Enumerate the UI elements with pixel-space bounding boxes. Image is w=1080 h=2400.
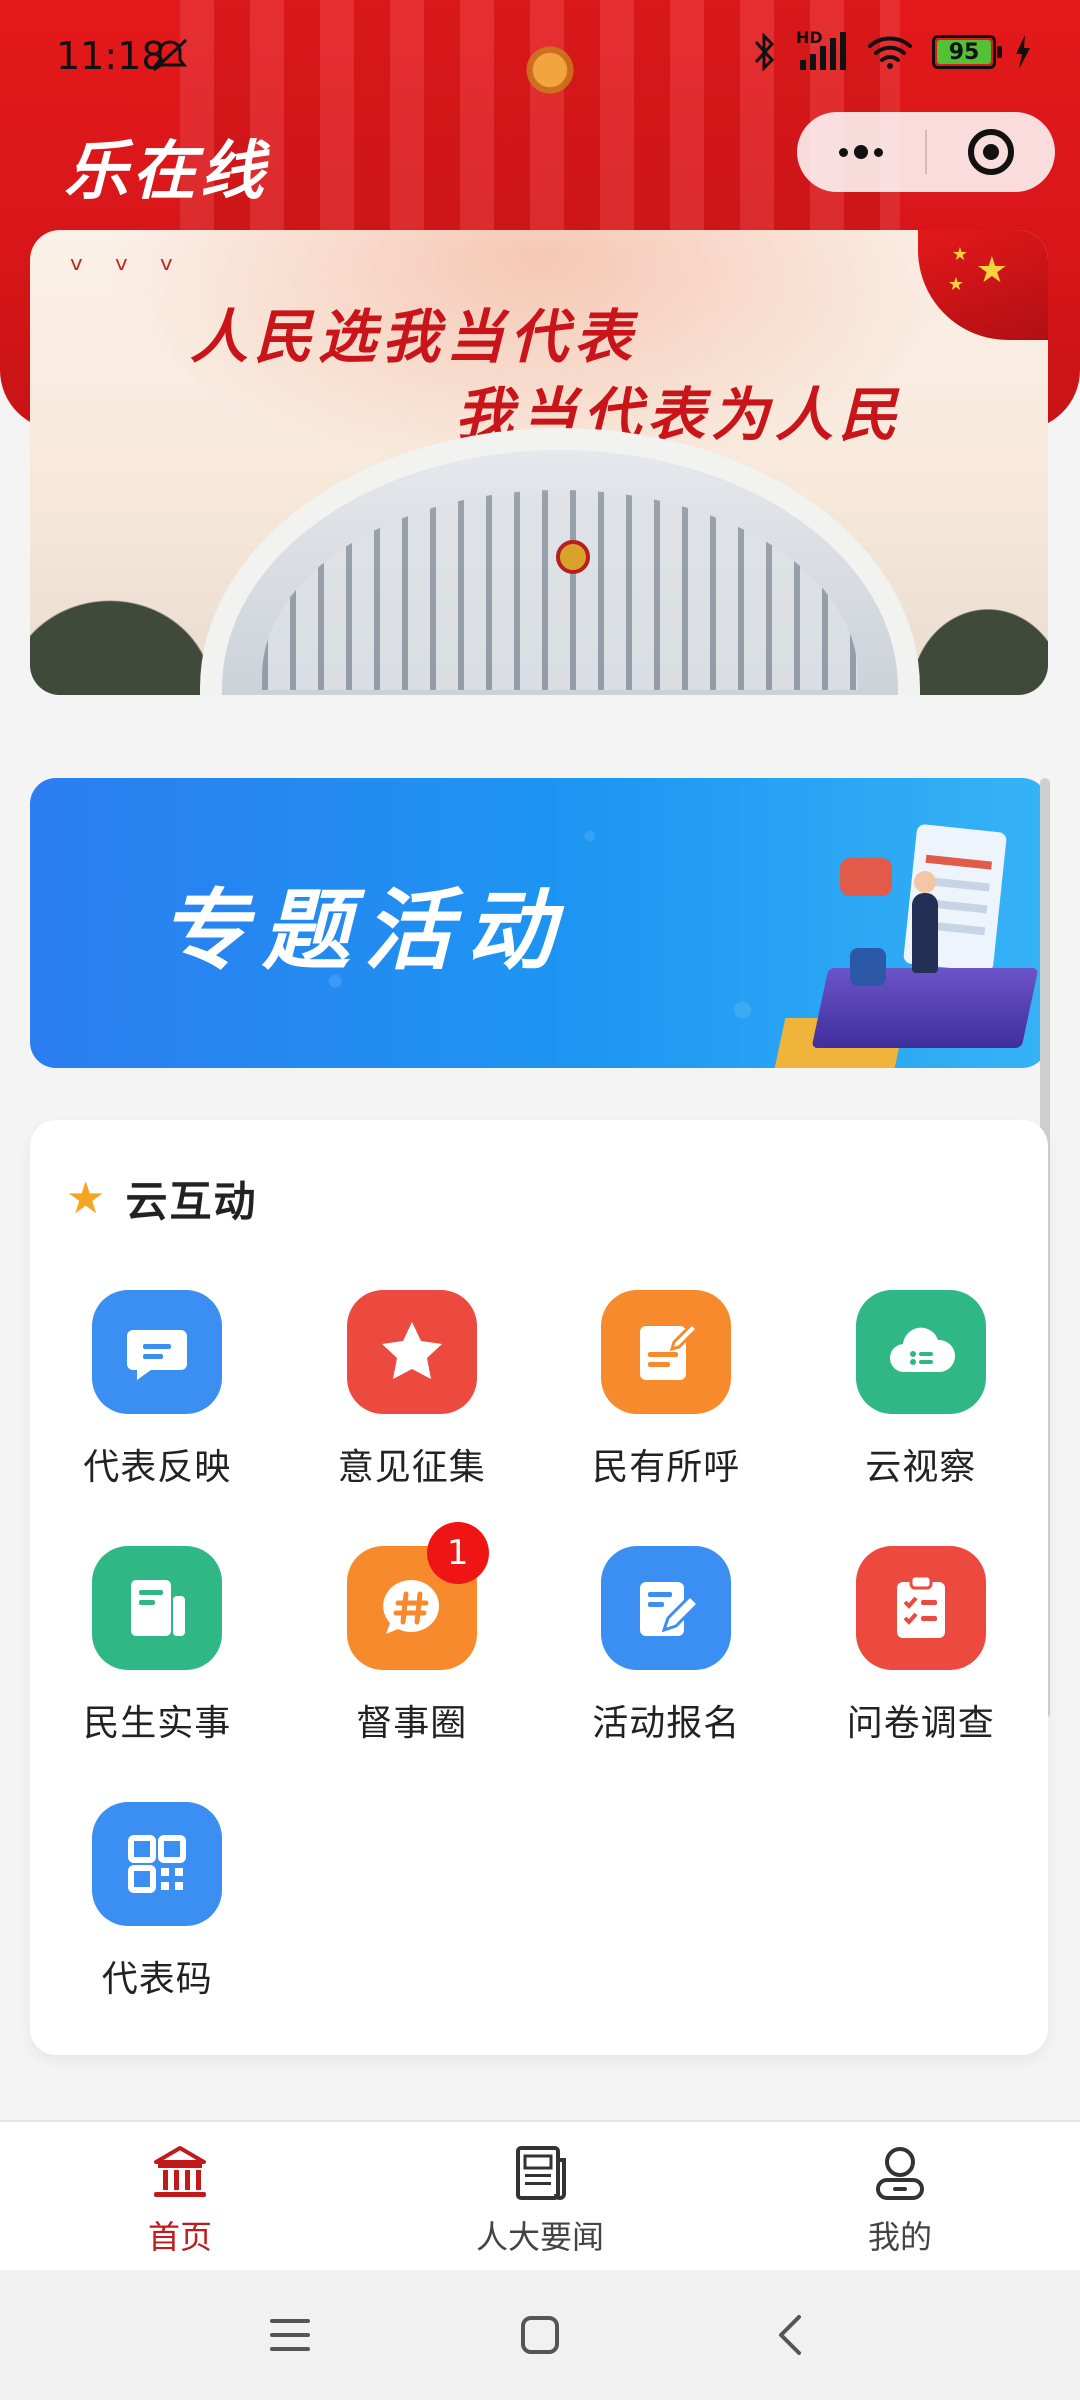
recent-apps-button[interactable] [260,2305,320,2365]
section-header: ★ 云互动 [66,1168,257,1229]
feature-supervision-circle[interactable]: 1 督事圈 [285,1522,540,1746]
feature-label: 民生实事 [83,1703,232,1744]
square-home-icon [521,2316,559,2354]
menu-lines-icon [270,2319,310,2351]
target-close-icon [968,129,1014,175]
edit-note-icon [601,1290,732,1414]
feature-questionnaire[interactable]: 问卷调查 [794,1546,1049,1746]
illus-sitter [850,948,886,986]
tab-profile[interactable]: 我的 [750,2122,1050,2272]
more-button[interactable] [797,112,925,192]
illus-stage [811,968,1039,1048]
miniprogram-capsule [797,112,1055,192]
more-dots-icon [839,145,883,159]
feature-representative-code[interactable]: 代表码 [30,1802,285,2002]
feature-representative-report[interactable]: 代表反映 [30,1290,285,1490]
topic-activity-banner[interactable]: 专题活动 [30,778,1048,1068]
tab-label: 人大要闻 [475,2218,604,2256]
feature-label: 意见征集 [337,1447,486,1488]
charging-icon [1016,35,1030,69]
section-title: 云互动 [125,1177,258,1226]
signup-pen-icon [601,1546,732,1670]
notification-badge: 1 [426,1522,489,1584]
feature-label: 活动报名 [592,1703,741,1744]
birds-decoration: ᵛ ᵛ ᵛ [70,250,185,290]
battery-level: 95 [948,39,980,65]
feature-livelihood-projects[interactable]: 民生实事 [30,1546,285,1746]
battery-icon: 95 [932,35,1002,69]
hashtag-bubble-icon: 1 [346,1522,489,1670]
meeting-illustration [774,818,1039,1068]
clipboard-checklist-icon [855,1546,986,1670]
tab-home[interactable]: 首页 [30,2122,330,2272]
flag-small-star-icon: ★ [947,274,964,295]
back-button[interactable] [760,2305,820,2365]
feature-label: 代表码 [101,1959,213,2000]
main-banner[interactable]: ᵛ ᵛ ᵛ ★ ★ ★ 人民选我当代表 我当代表为人民 [30,230,1048,695]
home-hall-icon [154,2146,206,2197]
newspaper-icon [516,2146,566,2200]
page: 11:18 HD 95 乐在线 ᵛ ᵛ ᵛ ★ ★ ★ 人民选我当代表 我当代表… [0,0,1080,2400]
flag-star-icon: ★ [975,250,1008,291]
mute-icon [152,38,188,72]
bottom-tab-bar: 首页 人大要闻 我的 [0,2120,1080,2270]
cloud-interaction-card: ★ 云互动 代表反映 意见征集 民有所呼 云视察 民生实事 1 督事圈 活动报名… [30,1120,1048,2055]
tab-label: 我的 [867,2218,932,2256]
hall-ribs [262,490,858,690]
feature-public-appeal[interactable]: 民有所呼 [539,1290,794,1490]
feature-grid: 代表反映 意见征集 民有所呼 云视察 民生实事 1 督事圈 活动报名 问卷调查 … [30,1290,1048,2002]
message-icon [92,1290,223,1414]
wifi-icon [868,36,912,69]
banner-slogan-line1: 人民选我当代表 [190,303,639,371]
qr-code-icon [92,1802,223,1926]
illus-chat-bubble-icon [840,858,892,896]
bluetooth-icon [754,32,775,72]
cloud-list-icon [855,1290,986,1414]
feature-label: 民有所呼 [592,1447,741,1488]
star-icon [346,1290,477,1414]
document-icon [92,1546,223,1670]
back-chevron-icon [779,2315,801,2355]
tab-news[interactable]: 人大要闻 [390,2122,690,2272]
feature-label: 代表反映 [83,1447,232,1488]
feature-label: 督事圈 [356,1703,468,1744]
tab-label: 首页 [147,2218,212,2256]
app-title: 乐在线 [64,134,268,209]
home-button[interactable] [510,2305,570,2365]
illus-speaker [912,871,938,973]
feature-label: 问卷调查 [846,1703,995,1744]
feature-opinion-collection[interactable]: 意见征集 [285,1290,540,1490]
topic-banner-title: 专题活动 [160,878,569,982]
hall-emblem-icon [556,540,590,574]
feature-label: 云视察 [865,1447,977,1488]
signal-icon: HD [796,28,848,72]
status-icons: HD 95 [752,28,1032,72]
feature-cloud-inspection[interactable]: 云视察 [794,1290,1049,1490]
trees-decoration [898,595,1048,695]
close-miniprogram-button[interactable] [927,112,1055,192]
system-navigation-bar [0,2270,1080,2400]
feature-activity-signup[interactable]: 活动报名 [539,1546,794,1746]
flag-small-star-icon: ★ [951,244,968,265]
person-icon [876,2147,924,2200]
section-star-icon: ★ [66,1172,106,1224]
status-bar: 11:18 HD 95 [0,0,1080,110]
